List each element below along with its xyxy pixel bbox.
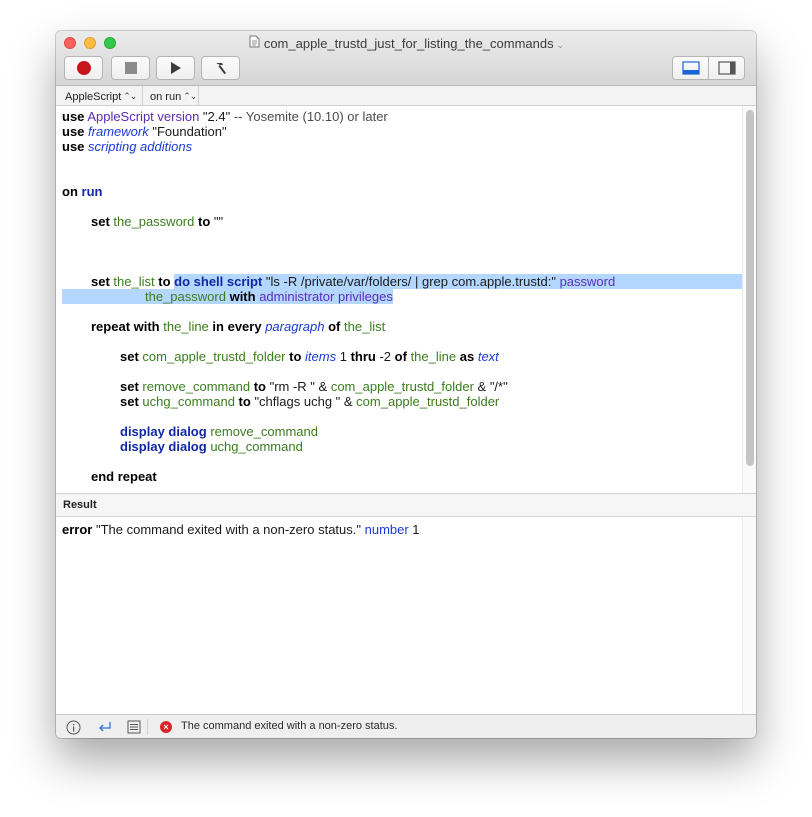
side-panel-toggle[interactable]: [708, 57, 744, 79]
script-editor[interactable]: use AppleScript version "2.4" -- Yosemit…: [56, 106, 756, 493]
code-line: repeat with the_line in every paragraph …: [91, 319, 386, 334]
code-line: use framework "Foundation": [62, 124, 227, 139]
record-icon: [76, 61, 91, 75]
title-chevron-down-icon[interactable]: ⌄: [557, 40, 565, 51]
updown-icon: ⌃⌄: [123, 91, 137, 101]
editor-scrollbar[interactable]: [742, 106, 756, 493]
code-line: set the_password to "": [91, 214, 224, 229]
bottom-panel-toggle[interactable]: [673, 57, 708, 79]
hammer-icon: [215, 63, 226, 75]
code-line: set the_list to do shell script "ls -R /…: [91, 274, 746, 289]
stop-button[interactable]: [111, 56, 150, 80]
info-icon[interactable]: [65, 719, 81, 735]
handler-label: on run: [150, 90, 182, 103]
window-title-area[interactable]: com_apple_trustd_just_for_listing_the_co…: [56, 35, 756, 51]
code-line: the_password with administrator privileg…: [62, 289, 393, 304]
result-text: error "The command exited with a non-zer…: [62, 522, 420, 537]
compile-button[interactable]: [201, 56, 240, 80]
code-line: end repeat: [91, 469, 157, 484]
side-panel-icon: [717, 61, 736, 75]
result-header: Result: [56, 493, 756, 517]
record-button[interactable]: [64, 56, 103, 80]
script-editor-window: com_apple_trustd_just_for_listing_the_co…: [56, 31, 756, 738]
result-pane[interactable]: error "The command exited with a non-zer…: [56, 517, 756, 714]
updown-icon: ⌃⌄: [183, 91, 197, 101]
error-icon: ×: [160, 721, 172, 733]
selected-text: do shell script "ls -R /private/var/fold…: [174, 274, 746, 289]
status-bar: × The command exited with a non-zero sta…: [56, 714, 756, 738]
navbar-divider: [142, 86, 143, 106]
status-message: The command exited with a non-zero statu…: [181, 720, 398, 732]
code-line: set com_apple_trustd_folder to items 1 t…: [120, 349, 499, 364]
view-toggle: [672, 56, 745, 80]
code-line: display dialog remove_command: [120, 424, 318, 439]
code-line: display dialog uchg_command: [120, 439, 303, 454]
handler-popup[interactable]: on run ⌃⌄: [150, 89, 197, 104]
navigation-bar: AppleScript ⌃⌄ on run ⌃⌄: [56, 86, 756, 106]
editor-scrollbar-thumb[interactable]: [746, 110, 754, 466]
code-line: set remove_command to "rm -R " & com_app…: [120, 379, 508, 394]
return-arrow-icon[interactable]: [97, 719, 113, 735]
script-doc-icon: [248, 35, 260, 51]
code-line: set uchg_command to "chflags uchg " & co…: [120, 394, 500, 409]
language-label: AppleScript: [65, 90, 122, 103]
navbar-divider: [198, 86, 199, 106]
result-scrollbar[interactable]: [742, 517, 756, 714]
play-icon: [170, 62, 181, 74]
stop-icon: [124, 62, 137, 74]
window-title: com_apple_trustd_just_for_listing_the_co…: [263, 36, 554, 51]
code-line: use AppleScript version "2.4" -- Yosemit…: [62, 109, 388, 124]
status-divider: [147, 719, 148, 735]
run-button[interactable]: [156, 56, 195, 80]
code-line: use scripting additions: [62, 139, 193, 154]
code-line: on run: [62, 184, 103, 199]
bottom-panel-icon: [681, 61, 700, 75]
title-bar: com_apple_trustd_just_for_listing_the_co…: [56, 31, 756, 86]
language-popup[interactable]: AppleScript ⌃⌄: [65, 89, 137, 104]
event-log-icon[interactable]: [126, 719, 142, 735]
selected-text: the_password with administrator privileg…: [62, 289, 393, 304]
